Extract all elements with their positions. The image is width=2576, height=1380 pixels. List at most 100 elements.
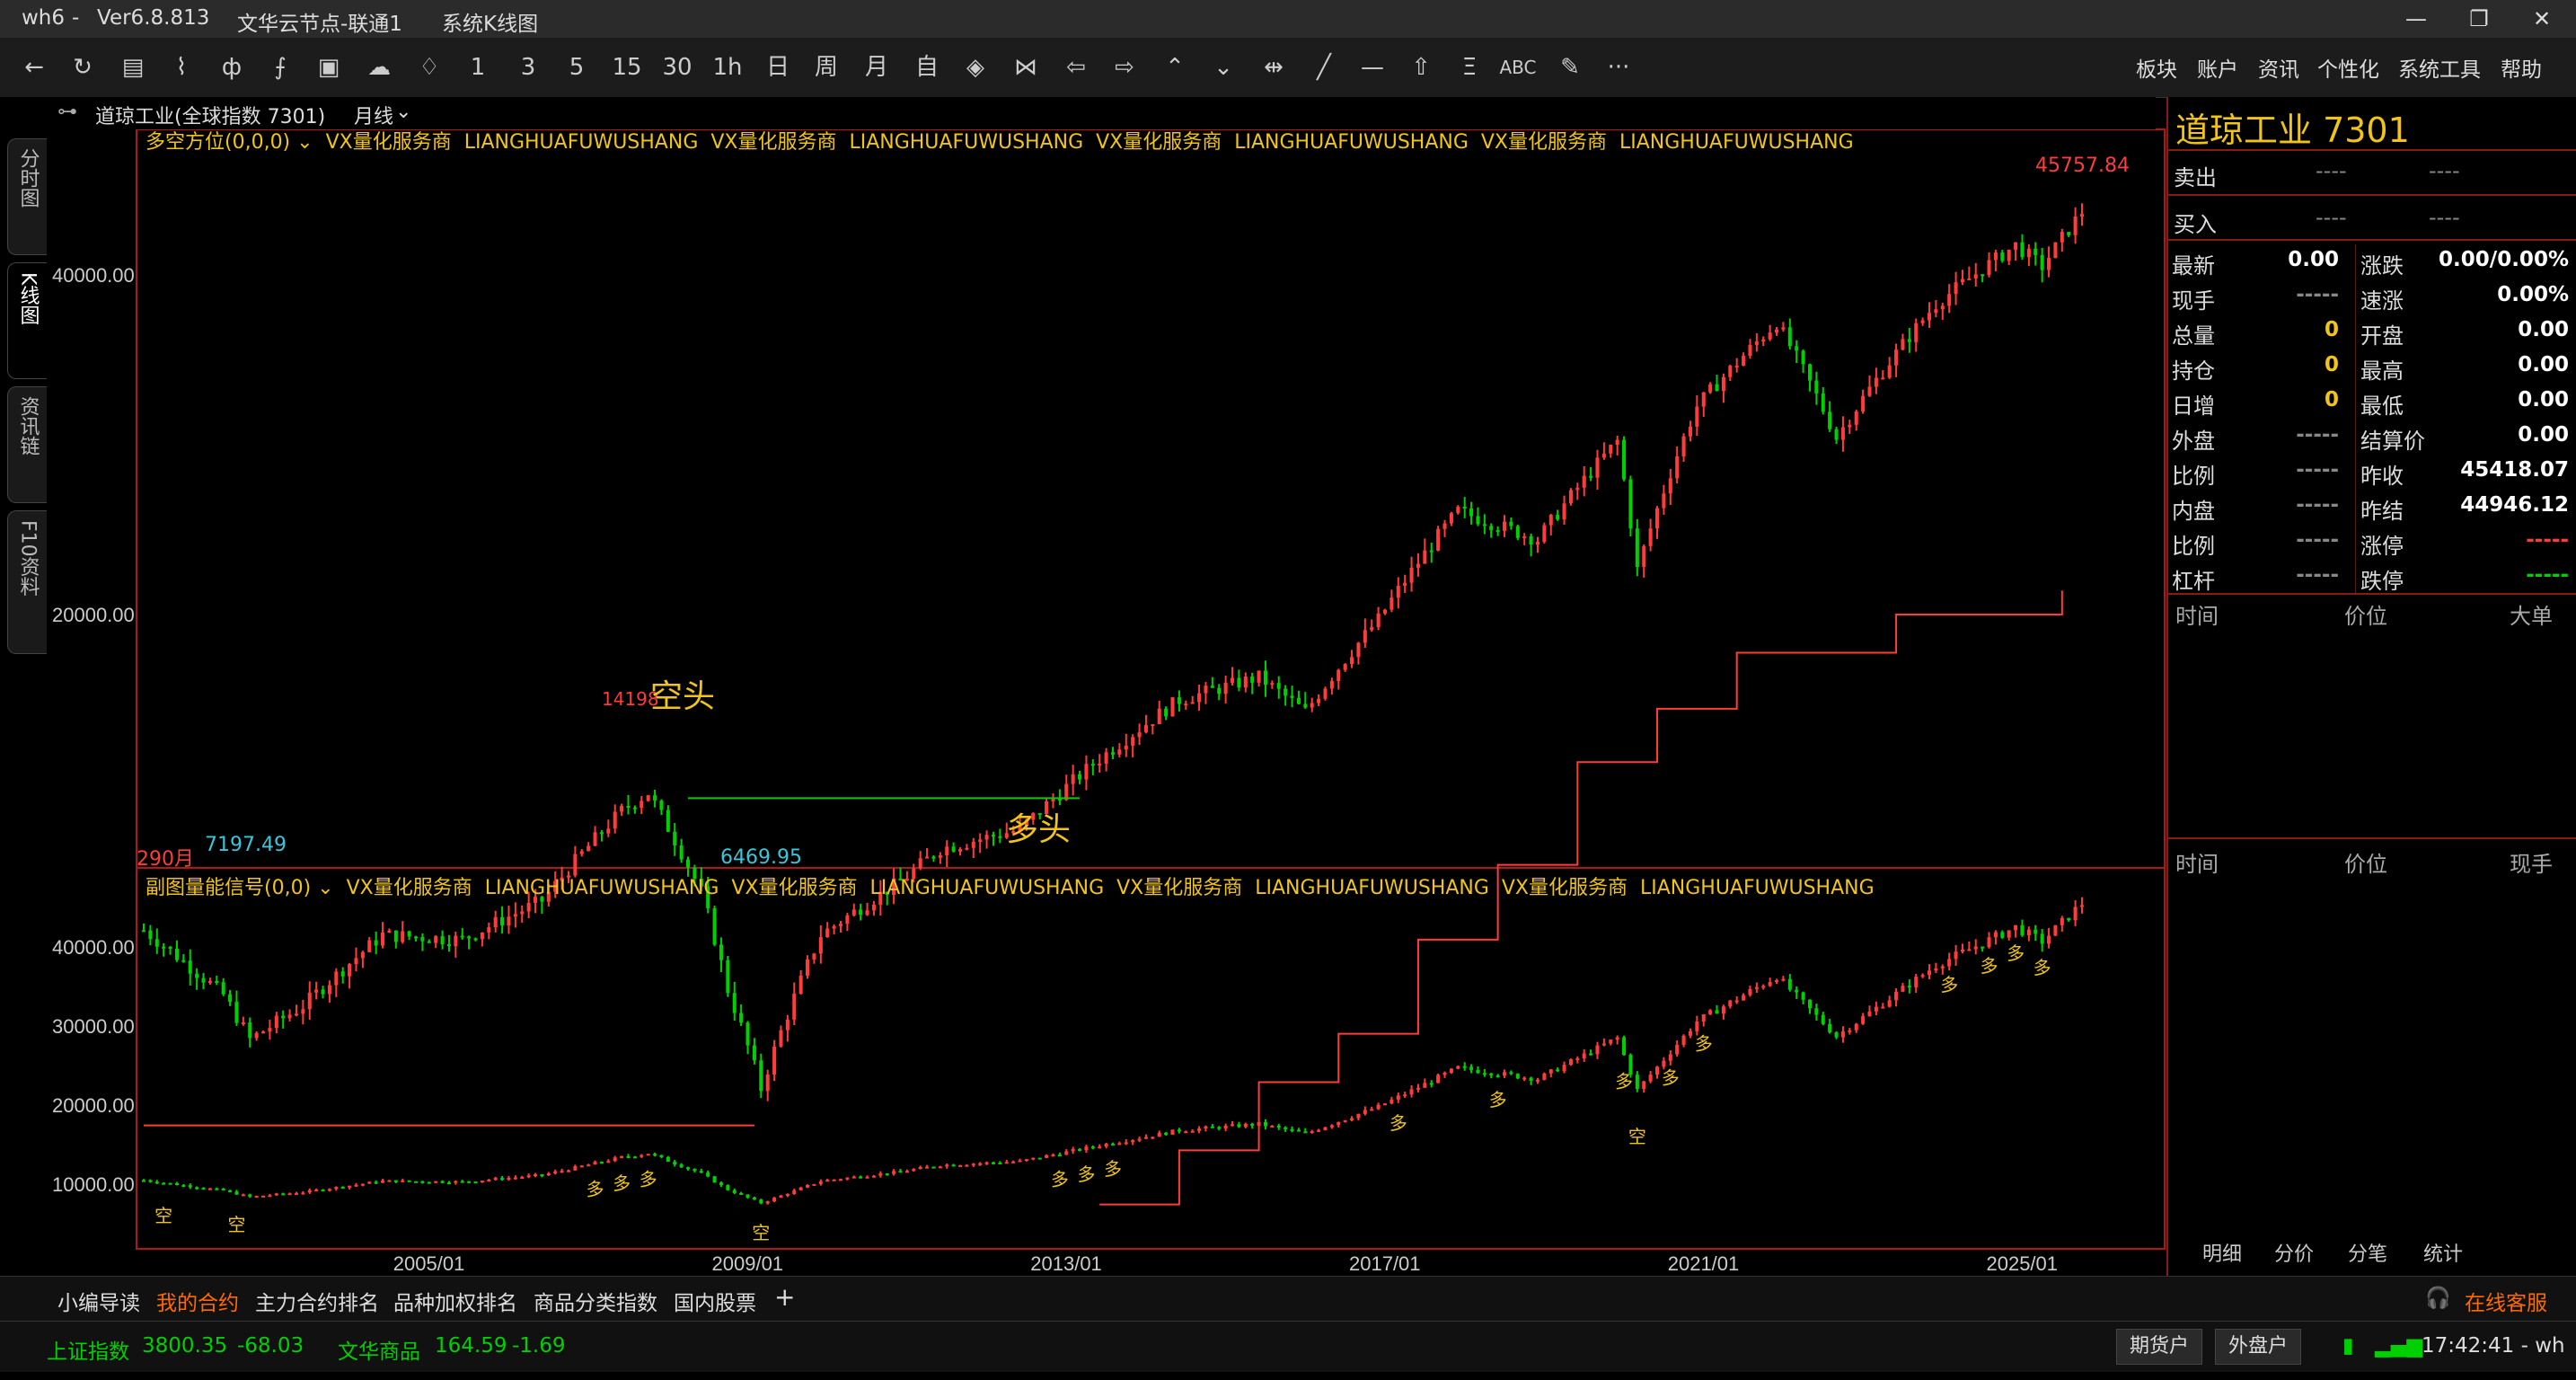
tab-news-chain[interactable]: 资讯链: [7, 386, 47, 503]
period-15-button[interactable]: 15: [607, 50, 647, 84]
chevron-down-icon[interactable]: ⌄: [395, 101, 411, 123]
tab-ticks[interactable]: 分笔: [2348, 1238, 2387, 1267]
period-day-button[interactable]: 日: [758, 50, 798, 84]
next-icon[interactable]: ⇨: [1105, 50, 1144, 84]
arrow-up-icon[interactable]: ⇧: [1401, 50, 1441, 84]
sub-candle: [859, 1175, 863, 1179]
tab-domestic-stocks[interactable]: 国内股票: [674, 1286, 756, 1316]
candle: [154, 928, 159, 954]
close-icon[interactable]: ✕: [2515, 4, 2569, 34]
period-3-button[interactable]: 3: [508, 50, 548, 84]
futures-account-button[interactable]: 期货户: [2116, 1329, 2203, 1365]
back-icon[interactable]: ←: [14, 50, 54, 84]
sub-candle: [1648, 1071, 1653, 1084]
sub-chart-marks[interactable]: 多多多多多多多多多 多多多多多多空空空空: [141, 897, 2085, 1244]
line-chart-icon[interactable]: ⌇: [162, 50, 201, 84]
restore-icon[interactable]: ❐: [2452, 4, 2506, 34]
period-5-button[interactable]: 5: [557, 50, 596, 84]
main-y-tick: 40000.00: [52, 264, 135, 287]
sub-candle-body: [1867, 1011, 1872, 1017]
split-icon[interactable]: ⇹: [1254, 50, 1293, 84]
sub-indicator-name[interactable]: 副图量能信号(0,0): [146, 877, 311, 899]
period-custom-button[interactable]: 自: [907, 50, 947, 84]
tab-editor-guide[interactable]: 小编导读: [57, 1286, 140, 1316]
candle: [1503, 515, 1507, 537]
candle: [745, 1021, 750, 1055]
sub-candle-body: [1529, 1077, 1533, 1082]
sub-candle-body: [898, 1171, 903, 1173]
tab-my-contracts[interactable]: 我的合约: [156, 1286, 239, 1316]
sub-candle-body: [1648, 1075, 1653, 1082]
candle-body: [978, 839, 983, 843]
candle-body: [1423, 550, 1427, 564]
fib-icon[interactable]: Ξ: [1450, 50, 1489, 84]
zoom-out-icon[interactable]: ⋈: [1006, 50, 1045, 84]
tab-details[interactable]: 明细: [2202, 1238, 2242, 1267]
text-tool-icon[interactable]: ABC: [1498, 50, 1538, 84]
menu-account[interactable]: 账户: [2197, 52, 2238, 83]
link-icon[interactable]: ⊶: [57, 101, 77, 123]
up-icon[interactable]: ⌃: [1155, 50, 1195, 84]
tab-price-dist[interactable]: 分价: [2274, 1238, 2314, 1267]
sub-candle-body: [1449, 1068, 1453, 1074]
tab-timeshare[interactable]: 分时图: [7, 138, 47, 255]
sub-candle-body: [1370, 1109, 1374, 1111]
prev-icon[interactable]: ⇦: [1056, 50, 1096, 84]
draw-line-icon[interactable]: ╱: [1304, 50, 1344, 84]
more-icon[interactable]: ···: [1599, 50, 1638, 84]
down-icon[interactable]: ⌄: [1204, 50, 1243, 84]
sub-candle-body: [1157, 1132, 1161, 1137]
menu-personalize[interactable]: 个性化: [2317, 52, 2379, 83]
sub-candle-body: [957, 1164, 963, 1167]
sub-candle: [1131, 1139, 1135, 1146]
period-month-button[interactable]: 月: [857, 50, 896, 84]
sub-candle-body: [965, 1164, 969, 1167]
candle: [2053, 242, 2058, 259]
candle: [1489, 523, 1494, 538]
zoom-in-icon[interactable]: ◈: [956, 50, 995, 84]
list-icon[interactable]: ▤: [113, 50, 153, 84]
candle: [1423, 538, 1427, 564]
cloud-icon[interactable]: ☁: [359, 50, 399, 84]
tab-weighted-rank[interactable]: 品种加权排名: [393, 1286, 517, 1316]
index2-name[interactable]: 文华商品: [338, 1334, 420, 1365]
period-30-button[interactable]: 30: [657, 50, 697, 84]
headset-icon[interactable]: 🎧: [2425, 1286, 2451, 1310]
minimize-icon[interactable]: —: [2389, 4, 2443, 34]
sub-candle: [348, 1185, 352, 1190]
eraser-icon[interactable]: ✎: [1550, 50, 1590, 84]
board-icon[interactable]: ▣: [309, 50, 348, 84]
candlestick-icon[interactable]: ф: [212, 50, 251, 84]
tab-main-contract-rank[interactable]: 主力合约排名: [255, 1286, 379, 1316]
sub-candle-body: [261, 1195, 266, 1198]
tab-kline[interactable]: K线图: [7, 262, 47, 379]
tab-f10[interactable]: F10资料: [7, 510, 47, 654]
sub-candle-body: [413, 1181, 419, 1183]
add-tab-button[interactable]: +: [774, 1282, 795, 1312]
refresh-icon[interactable]: ↻: [63, 50, 102, 84]
sub-candle-body: [2040, 933, 2044, 944]
main-indicator-name[interactable]: 多空方位(0,0,0): [146, 131, 290, 154]
indicator-icon[interactable]: ⨍: [260, 50, 300, 84]
sub-candle: [526, 1173, 531, 1179]
quote-label-right: 涨跌: [2360, 253, 2404, 279]
menu-help[interactable]: 帮助: [2501, 52, 2542, 83]
menu-news[interactable]: 资讯: [2258, 52, 2299, 83]
candle: [579, 849, 584, 857]
main-chart-marks[interactable]: [141, 203, 2085, 1206]
tab-stats[interactable]: 统计: [2423, 1238, 2463, 1267]
menu-sector[interactable]: 板块: [2136, 52, 2177, 83]
bell-icon[interactable]: ♢: [410, 50, 449, 84]
tab-commodity-index[interactable]: 商品分类指数: [534, 1286, 657, 1316]
online-service-link[interactable]: 在线客服: [2465, 1286, 2547, 1316]
index1-name[interactable]: 上证指数: [47, 1334, 129, 1365]
chevron-down-icon[interactable]: ⌄: [296, 131, 313, 154]
outer-account-button[interactable]: 外盘户: [2215, 1329, 2302, 1365]
candle: [2007, 249, 2011, 266]
period-week-button[interactable]: 周: [807, 50, 846, 84]
menu-system-tools[interactable]: 系统工具: [2398, 52, 2481, 83]
hline-icon[interactable]: —: [1353, 50, 1392, 84]
period-1h-button[interactable]: 1h: [708, 50, 747, 84]
chevron-down-icon[interactable]: ⌄: [317, 877, 333, 899]
period-1-button[interactable]: 1: [458, 50, 498, 84]
